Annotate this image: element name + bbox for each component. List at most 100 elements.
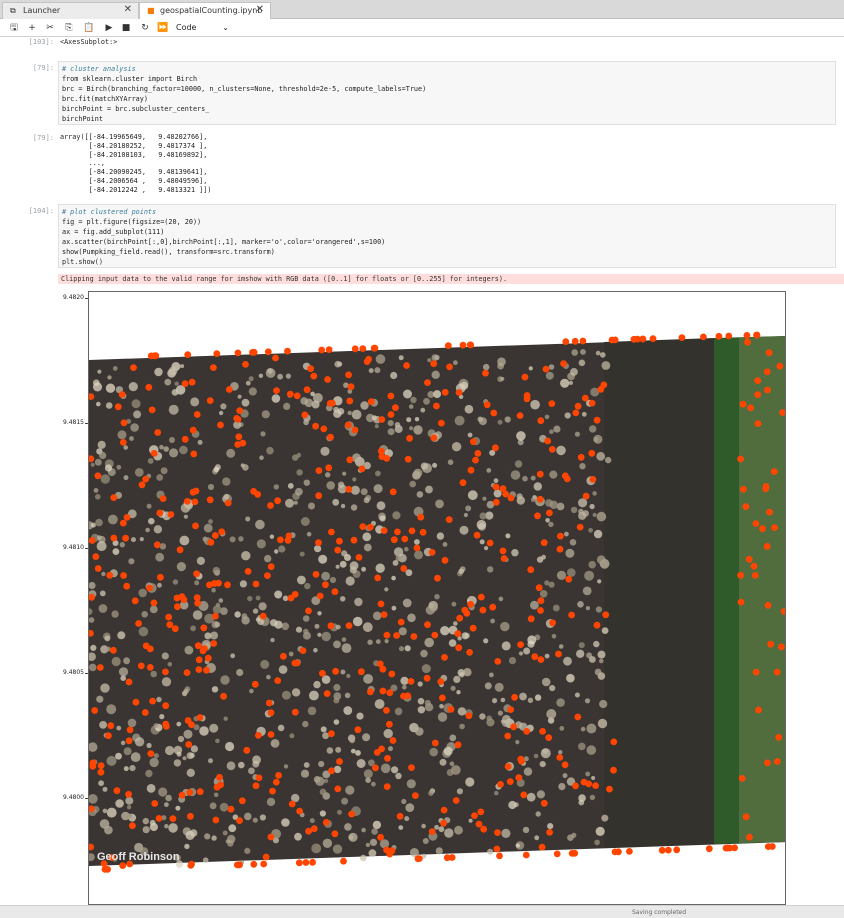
cluster-marker <box>123 582 131 590</box>
cluster-marker <box>483 401 491 409</box>
cluster-marker <box>211 612 219 620</box>
cluster-marker <box>123 514 131 521</box>
plant <box>341 637 347 642</box>
plant <box>552 604 560 612</box>
plant <box>260 431 266 437</box>
cluster-marker <box>319 669 326 677</box>
cut-icon[interactable]: ✂ <box>43 21 57 35</box>
cluster-marker <box>574 713 582 721</box>
tab-launcher[interactable]: ⧉ Launcher ✕ <box>2 2 139 19</box>
plant <box>447 459 454 465</box>
restart-icon[interactable]: ↻ <box>138 21 152 35</box>
plant <box>518 651 524 656</box>
plant <box>349 737 356 744</box>
cluster-marker <box>325 464 333 472</box>
cluster-marker <box>408 527 416 535</box>
plant <box>164 802 169 807</box>
plant <box>266 446 274 455</box>
input-prompt: [79]: <box>32 64 54 72</box>
copy-icon[interactable]: ⎘ <box>62 21 76 35</box>
plant <box>548 581 555 588</box>
code-cell-plot[interactable]: # plot clustered points fig = plt.figure… <box>58 204 836 268</box>
stop-icon[interactable]: ■ <box>119 21 133 35</box>
cluster-marker <box>323 690 331 697</box>
plant <box>600 352 606 358</box>
cluster-marker <box>348 810 355 818</box>
plant <box>304 582 311 590</box>
plant <box>460 381 469 390</box>
plant <box>559 726 565 731</box>
cluster-marker <box>119 519 127 527</box>
fast-forward-icon[interactable]: ⏩ <box>156 21 170 35</box>
cluster-marker <box>747 404 754 412</box>
plant <box>545 371 554 380</box>
plant <box>527 635 537 645</box>
plant <box>586 723 597 734</box>
run-icon[interactable]: ▶ <box>102 21 116 35</box>
cluster-marker <box>384 754 391 762</box>
close-icon[interactable]: ✕ <box>124 5 132 15</box>
plant <box>125 796 134 805</box>
plant <box>431 354 439 361</box>
save-icon[interactable]: 🖫 <box>7 21 21 35</box>
plant <box>90 522 96 528</box>
plant <box>142 817 149 825</box>
cluster-marker <box>511 693 518 701</box>
add-cell-icon[interactable]: + <box>25 21 39 35</box>
plant <box>204 833 211 840</box>
plant <box>208 758 213 764</box>
cluster-marker <box>392 404 399 412</box>
code-cell-birch[interactable]: # cluster analysis from sklearn.cluster … <box>58 61 836 125</box>
cluster-marker <box>585 780 593 788</box>
plant <box>270 637 275 643</box>
cluster-marker <box>535 584 543 592</box>
plant <box>344 554 351 561</box>
plant <box>248 376 254 382</box>
cluster-marker <box>759 525 766 533</box>
plant <box>601 627 609 634</box>
status-bar: Saving completed <box>0 905 844 918</box>
cluster-marker <box>106 571 114 579</box>
plant <box>182 756 187 761</box>
cluster-marker <box>154 429 162 436</box>
cluster-marker <box>224 581 231 589</box>
plant <box>259 455 264 460</box>
plant <box>594 839 600 846</box>
cluster-marker <box>383 783 391 790</box>
cell-type-select[interactable]: Code ⌄ <box>176 21 231 35</box>
cluster-marker <box>401 535 409 543</box>
plant <box>108 514 118 525</box>
cluster-marker <box>540 539 548 547</box>
cluster-marker <box>542 365 550 373</box>
cluster-marker <box>597 386 605 393</box>
notebook-panel[interactable]: [103]: <AxesSubplot:> [79]: # cluster an… <box>0 37 844 905</box>
plant <box>209 802 217 810</box>
cluster-marker <box>572 782 579 790</box>
cluster-marker <box>393 632 400 639</box>
cluster-marker <box>494 829 501 836</box>
cluster-marker <box>305 607 312 615</box>
plant <box>400 676 409 685</box>
plant <box>218 410 224 416</box>
code-line: # plot clustered points <box>62 208 157 216</box>
cluster-marker <box>545 734 553 741</box>
cluster-marker <box>465 712 473 720</box>
cluster-marker <box>159 495 167 502</box>
cluster-marker <box>340 857 347 865</box>
cluster-marker <box>386 689 394 697</box>
cluster-marker <box>389 488 397 496</box>
plant <box>281 818 290 827</box>
plant <box>375 354 386 364</box>
cluster-marker <box>486 539 494 547</box>
tab-notebook[interactable]: ■ geospatialCounting.ipynb ✕ <box>139 2 271 20</box>
plant <box>96 535 102 540</box>
plant <box>112 548 120 555</box>
cluster-marker <box>377 600 385 608</box>
cluster-marker <box>236 407 244 414</box>
plant <box>534 694 542 701</box>
plant <box>229 536 236 543</box>
close-icon[interactable]: ✕ <box>256 5 264 15</box>
paste-icon[interactable]: 📋 <box>82 21 96 35</box>
plant <box>131 399 141 409</box>
cluster-marker <box>560 360 567 367</box>
